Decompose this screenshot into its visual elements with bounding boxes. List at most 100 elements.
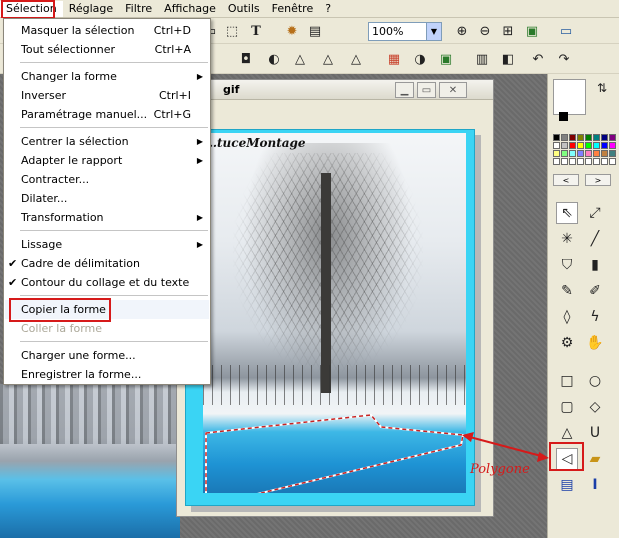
triangle-tool-icon[interactable]: △ [556, 422, 578, 444]
menu-help[interactable]: ? [319, 1, 337, 17]
menu-item-label: Transformation [21, 211, 104, 224]
menu-item-label: Centrer la sélection [21, 135, 129, 148]
triangle-icon-1[interactable]: △ [290, 49, 310, 69]
menu-item-inverser[interactable]: Inverser Ctrl+I [5, 86, 209, 105]
menu-item-changer-forme[interactable]: Changer la forme ▶ [5, 67, 209, 86]
background-color-swatch[interactable] [559, 112, 568, 121]
menu-item-adapter[interactable]: Adapter le rapport ▶ [5, 151, 209, 170]
menu-item-copier-forme[interactable]: Copier la forme [5, 300, 209, 319]
lasso-tool-icon[interactable]: ᑌ [584, 422, 606, 444]
menu-item-label: Enregistrer la forme... [21, 368, 142, 381]
menu-item-contracter[interactable]: Contracter... [5, 170, 209, 189]
menu-item-cadre[interactable]: ✔ Cadre de délimitation [5, 254, 209, 273]
pencil-plus-tool-icon[interactable]: ✐ [584, 280, 606, 302]
menu-filtre[interactable]: Filtre [119, 1, 158, 17]
background-image [0, 384, 180, 538]
menu-item-enregistrer-forme[interactable]: Enregistrer la forme... [5, 365, 209, 384]
menu-item-masquer[interactable]: Masquer la sélection Ctrl+D [5, 21, 209, 40]
crop-icon[interactable]: ◘ [236, 49, 256, 69]
menu-item-transformation[interactable]: Transformation ▶ [5, 208, 209, 227]
image-window[interactable]: gif ▁ ▭ ✕ …tuceMontage [176, 79, 494, 517]
drop-tool-icon[interactable]: ◊ [556, 306, 578, 328]
menu-fenetre[interactable]: Fenêtre [266, 1, 320, 17]
menu-item-label: Paramétrage manuel... [21, 108, 148, 121]
menu-item-label: Inverser [21, 89, 67, 102]
menu-affichage[interactable]: Affichage [158, 1, 222, 17]
menu-item-shortcut: Ctrl+I [158, 89, 191, 102]
submenu-arrow-icon: ▶ [196, 137, 203, 146]
menu-item-dilater[interactable]: Dilater... [5, 189, 209, 208]
image-window-titlebar[interactable]: gif ▁ ▭ ✕ [177, 80, 493, 100]
hand-tool-icon[interactable]: ✋ [584, 332, 606, 354]
color-palette[interactable] [553, 134, 616, 170]
menu-reglage[interactable]: Réglage [63, 1, 119, 17]
minimize-icon[interactable]: ▁ [395, 82, 414, 98]
marquee-icon[interactable]: ⬚ [222, 21, 242, 41]
menu-item-centrer[interactable]: Centrer la sélection ▶ [5, 132, 209, 151]
maximize-icon[interactable]: ▭ [417, 82, 436, 98]
ellipse-tool-icon[interactable]: ○ [584, 370, 606, 392]
color-balance-icon[interactable]: ▦ [384, 49, 404, 69]
menu-item-charger-forme[interactable]: Charger une forme... [5, 346, 209, 365]
menu-item-parametrage[interactable]: Paramétrage manuel... Ctrl+G [5, 105, 209, 124]
fill-tool-icon[interactable]: ⛉ [556, 254, 578, 276]
photo-canvas[interactable]: …tuceMontage [203, 133, 466, 493]
palette-prev-icon[interactable]: < [553, 174, 579, 186]
stamp-icon[interactable]: ✹ [282, 21, 302, 41]
triangle-icon-2[interactable]: △ [318, 49, 338, 69]
fit-window-icon[interactable]: ⊞ [498, 21, 518, 41]
zoom-out-icon[interactable]: ⊖ [475, 21, 495, 41]
menu-item-lissage[interactable]: Lissage ▶ [5, 235, 209, 254]
effect-icon[interactable]: ▣ [436, 49, 456, 69]
brightness-icon[interactable]: ◑ [410, 49, 430, 69]
picture-icon[interactable]: ▣ [522, 21, 542, 41]
menu-item-contour[interactable]: ✔ Contour du collage et du texte [5, 273, 209, 292]
menu-outils[interactable]: Outils [222, 1, 266, 17]
zoom-in-icon[interactable]: ⊕ [452, 21, 472, 41]
menu-item-label: Lissage [21, 238, 63, 251]
menu-item-shortcut: Ctrl+G [153, 108, 191, 121]
spray-tool-icon[interactable]: ▮ [584, 254, 606, 276]
menu-item-label: Coller la forme [21, 322, 103, 335]
menu-item-tout-selectionner[interactable]: Tout sélectionner Ctrl+A [5, 40, 209, 59]
mirror-icon[interactable]: ◧ [498, 49, 518, 69]
swap-colors-icon[interactable]: ⇅ [592, 78, 612, 98]
text-icon[interactable]: T [246, 21, 266, 41]
smudge-tool-icon[interactable]: ϟ [584, 306, 606, 328]
monitor-icon[interactable]: ▭ [556, 21, 576, 41]
line-tool-icon[interactable]: ╱ [584, 228, 606, 250]
open-folder-icon[interactable]: ▰ [584, 448, 606, 470]
diamond-tool-icon[interactable]: ◇ [584, 396, 606, 418]
pointer-tool-icon[interactable]: ⇖ [556, 202, 578, 224]
polygon-tool-icon[interactable]: ◁ [556, 448, 578, 470]
rounded-rect-tool-icon[interactable]: ▢ [556, 396, 578, 418]
book-icon[interactable]: ▥ [472, 49, 492, 69]
menu-item-coller-forme: Coller la forme [5, 319, 209, 338]
rotate-left-icon[interactable]: ↶ [528, 49, 548, 69]
triangle-icon-3[interactable]: △ [346, 49, 366, 69]
chevron-down-icon[interactable]: ▼ [426, 23, 441, 40]
equal-tool-icon[interactable]: ▤ [556, 474, 578, 496]
close-icon[interactable]: ✕ [439, 82, 467, 98]
brush-tool-icon[interactable]: ✎ [556, 280, 578, 302]
foreground-color-swatch[interactable] [553, 79, 586, 115]
eyedropper-tool-icon[interactable]: ⤢ [584, 202, 606, 224]
contrast-icon[interactable]: ◐ [264, 49, 284, 69]
menu-separator [20, 295, 208, 296]
zoom-select[interactable]: 100% ▼ [368, 22, 442, 41]
menu-separator [20, 230, 208, 231]
zoom-value: 100% [372, 25, 404, 38]
palette-next-icon[interactable]: > [585, 174, 611, 186]
menu-item-label: Masquer la sélection [21, 24, 135, 37]
magic-wand-tool-icon[interactable]: ✳ [556, 228, 578, 250]
menu-item-label: Adapter le rapport [21, 154, 123, 167]
menu-item-label: Charger une forme... [21, 349, 136, 362]
menu-item-shortcut: Ctrl+A [154, 43, 191, 56]
rotate-right-icon[interactable]: ↷ [554, 49, 574, 69]
clone-stamp-tool-icon[interactable]: ⚙ [556, 332, 578, 354]
rectangle-tool-icon[interactable]: □ [556, 370, 578, 392]
window-icon[interactable]: ▤ [305, 21, 325, 41]
menu-selection[interactable]: Sélection [0, 0, 63, 17]
menu-separator [20, 127, 208, 128]
text-cursor-tool-icon[interactable]: I [584, 474, 606, 496]
